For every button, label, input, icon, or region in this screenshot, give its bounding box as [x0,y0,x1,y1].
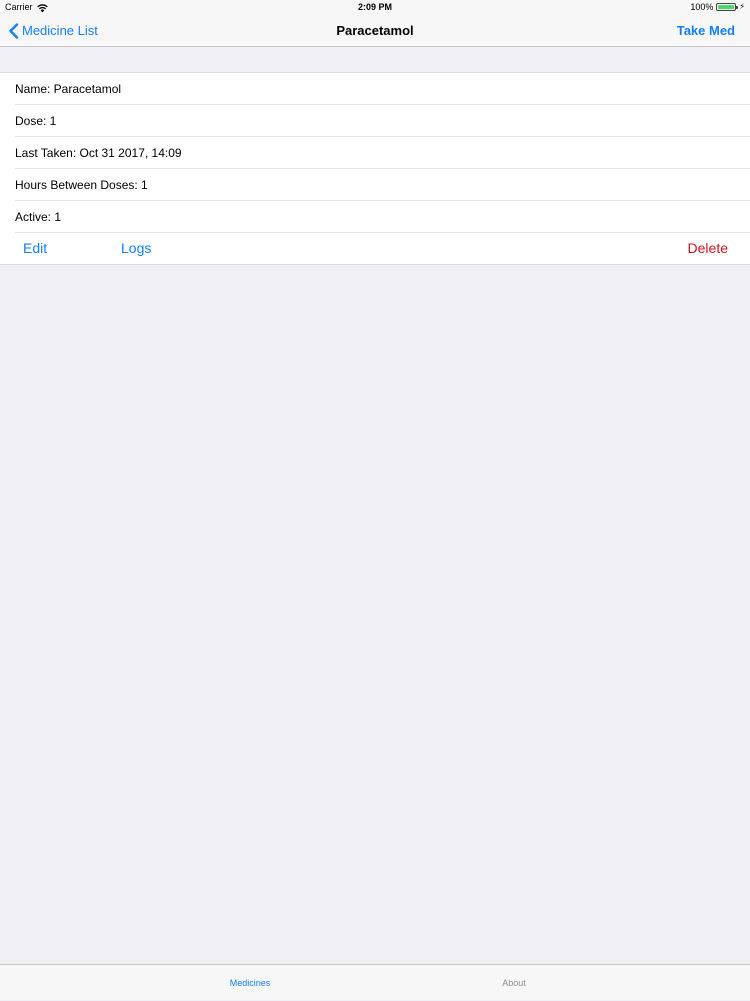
logs-button[interactable]: Logs [121,233,151,264]
status-bar: Carrier 2:09 PM 100% ⚡︎ [0,0,750,14]
status-right: 100% ⚡︎ [690,0,745,14]
action-row: Edit Logs Delete [15,233,750,264]
detail-row-active: Active: 1 [15,201,750,233]
detail-row-dose: Dose: 1 [15,105,750,137]
take-med-button[interactable]: Take Med [677,14,735,47]
charging-bolt-icon: ⚡︎ [739,2,745,11]
tab-medicines[interactable]: Medicines [190,965,310,1001]
delete-button[interactable]: Delete [688,233,728,264]
medicine-detail-list: Name: Paracetamol Dose: 1 Last Taken: Oc… [0,72,750,265]
navigation-bar: Medicine List Paracetamol Take Med [0,14,750,47]
tab-bar: Medicines About [0,964,750,1000]
detail-row-name: Name: Paracetamol [15,73,750,105]
status-time: 2:09 PM [357,2,392,12]
page-title: Paracetamol [336,23,414,38]
battery-icon [716,3,739,11]
edit-button[interactable]: Edit [23,233,47,264]
tab-about[interactable]: About [454,965,574,1001]
battery-percent: 100% [690,2,714,12]
detail-row-last-taken: Last Taken: Oct 31 2017, 14:09 [15,137,750,169]
detail-row-hours-between-doses: Hours Between Doses: 1 [15,169,750,201]
